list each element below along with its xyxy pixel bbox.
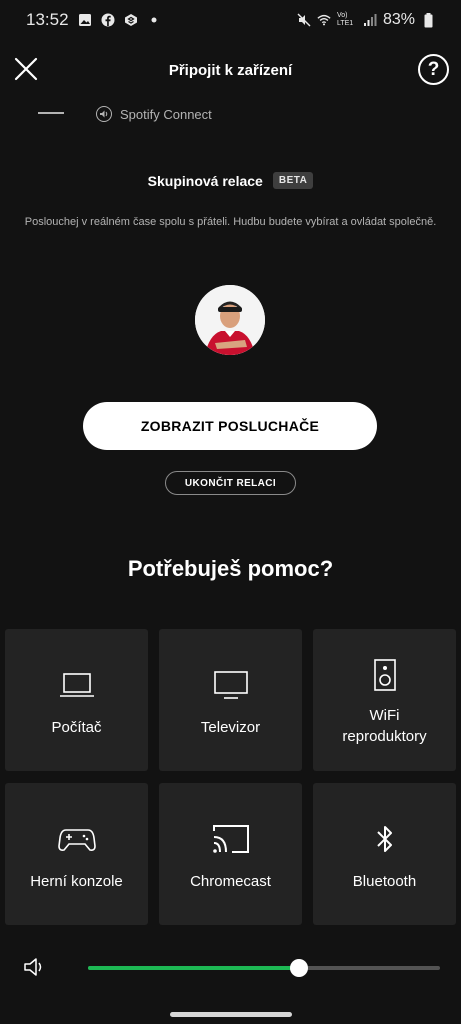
gallery-icon xyxy=(78,13,92,27)
speaker-icon xyxy=(365,655,405,695)
battery-percent: 83% xyxy=(382,11,415,28)
facebook-icon xyxy=(101,13,115,27)
laptop-icon xyxy=(57,665,97,705)
wifi-icon xyxy=(317,13,331,27)
volume-slider-fill xyxy=(88,966,300,970)
app-notification-icon xyxy=(124,13,138,27)
tile-label: Bluetooth xyxy=(352,873,417,890)
group-session-title: Skupinová relace xyxy=(147,172,263,189)
signal-icon xyxy=(363,13,377,27)
status-bar: 13:52 Vo) LTE1 83% xyxy=(0,0,461,40)
close-icon xyxy=(14,57,38,81)
battery-icon xyxy=(421,12,435,27)
cast-icon xyxy=(211,819,251,859)
home-indicator[interactable] xyxy=(170,1012,292,1017)
spotify-connect-label: Spotify Connect xyxy=(120,106,212,122)
volume-slider-thumb[interactable] xyxy=(290,959,309,977)
tile-computer[interactable]: Počítač xyxy=(5,629,148,771)
volume-slider[interactable] xyxy=(88,959,440,977)
tile-label: Chromecast xyxy=(190,873,271,890)
network-label: Vo) LTE1 xyxy=(336,12,354,27)
tile-bluetooth[interactable]: Bluetooth xyxy=(313,783,456,925)
gamepad-icon xyxy=(57,819,97,859)
current-device-row[interactable]: Spotify Connect xyxy=(0,98,461,134)
close-button[interactable] xyxy=(13,56,39,82)
volume-bar xyxy=(0,945,461,991)
spotify-connect-row: Spotify Connect xyxy=(96,106,212,122)
group-session-heading: Skupinová relace BETA xyxy=(0,172,461,189)
end-session-button[interactable]: UKONČIT RELACI xyxy=(165,471,296,495)
tv-icon xyxy=(211,665,251,705)
user-avatar-image xyxy=(195,285,265,355)
beta-badge: BETA xyxy=(272,172,314,189)
status-time: 13:52 xyxy=(26,10,69,29)
group-session-description: Poslouchej v reálném čase spolu s přátel… xyxy=(24,216,437,228)
tile-label: Počítač xyxy=(51,719,102,736)
help-heading: Potřebuješ pomoc? xyxy=(127,556,334,581)
speaker-connect-icon xyxy=(96,106,112,122)
tile-tv[interactable]: Televizor xyxy=(159,629,302,771)
help-button[interactable]: ? xyxy=(418,54,449,85)
page-title: Připojit k zařízení xyxy=(168,61,293,79)
tile-label: WiFi reproduktory xyxy=(342,707,427,745)
tile-label: Herní konzole xyxy=(30,873,123,890)
top-bar: Připojit k zařízení ? xyxy=(0,48,461,92)
tile-label: Televizor xyxy=(200,719,261,736)
device-icon xyxy=(38,100,64,114)
avatar[interactable] xyxy=(195,285,265,355)
show-listeners-button[interactable]: ZOBRAZIT POSLUCHAČE xyxy=(83,402,377,450)
help-icon: ? xyxy=(427,58,440,80)
dot-icon xyxy=(147,13,161,27)
tile-game-console[interactable]: Herní konzole xyxy=(5,783,148,925)
help-tiles-grid: Počítač Televizor WiFi reproduktory Hern… xyxy=(5,629,456,925)
tile-chromecast[interactable]: Chromecast xyxy=(159,783,302,925)
mute-icon xyxy=(297,13,311,27)
volume-icon[interactable] xyxy=(23,956,47,978)
tile-wifi-speakers[interactable]: WiFi reproduktory xyxy=(313,629,456,771)
bluetooth-icon xyxy=(365,819,405,859)
